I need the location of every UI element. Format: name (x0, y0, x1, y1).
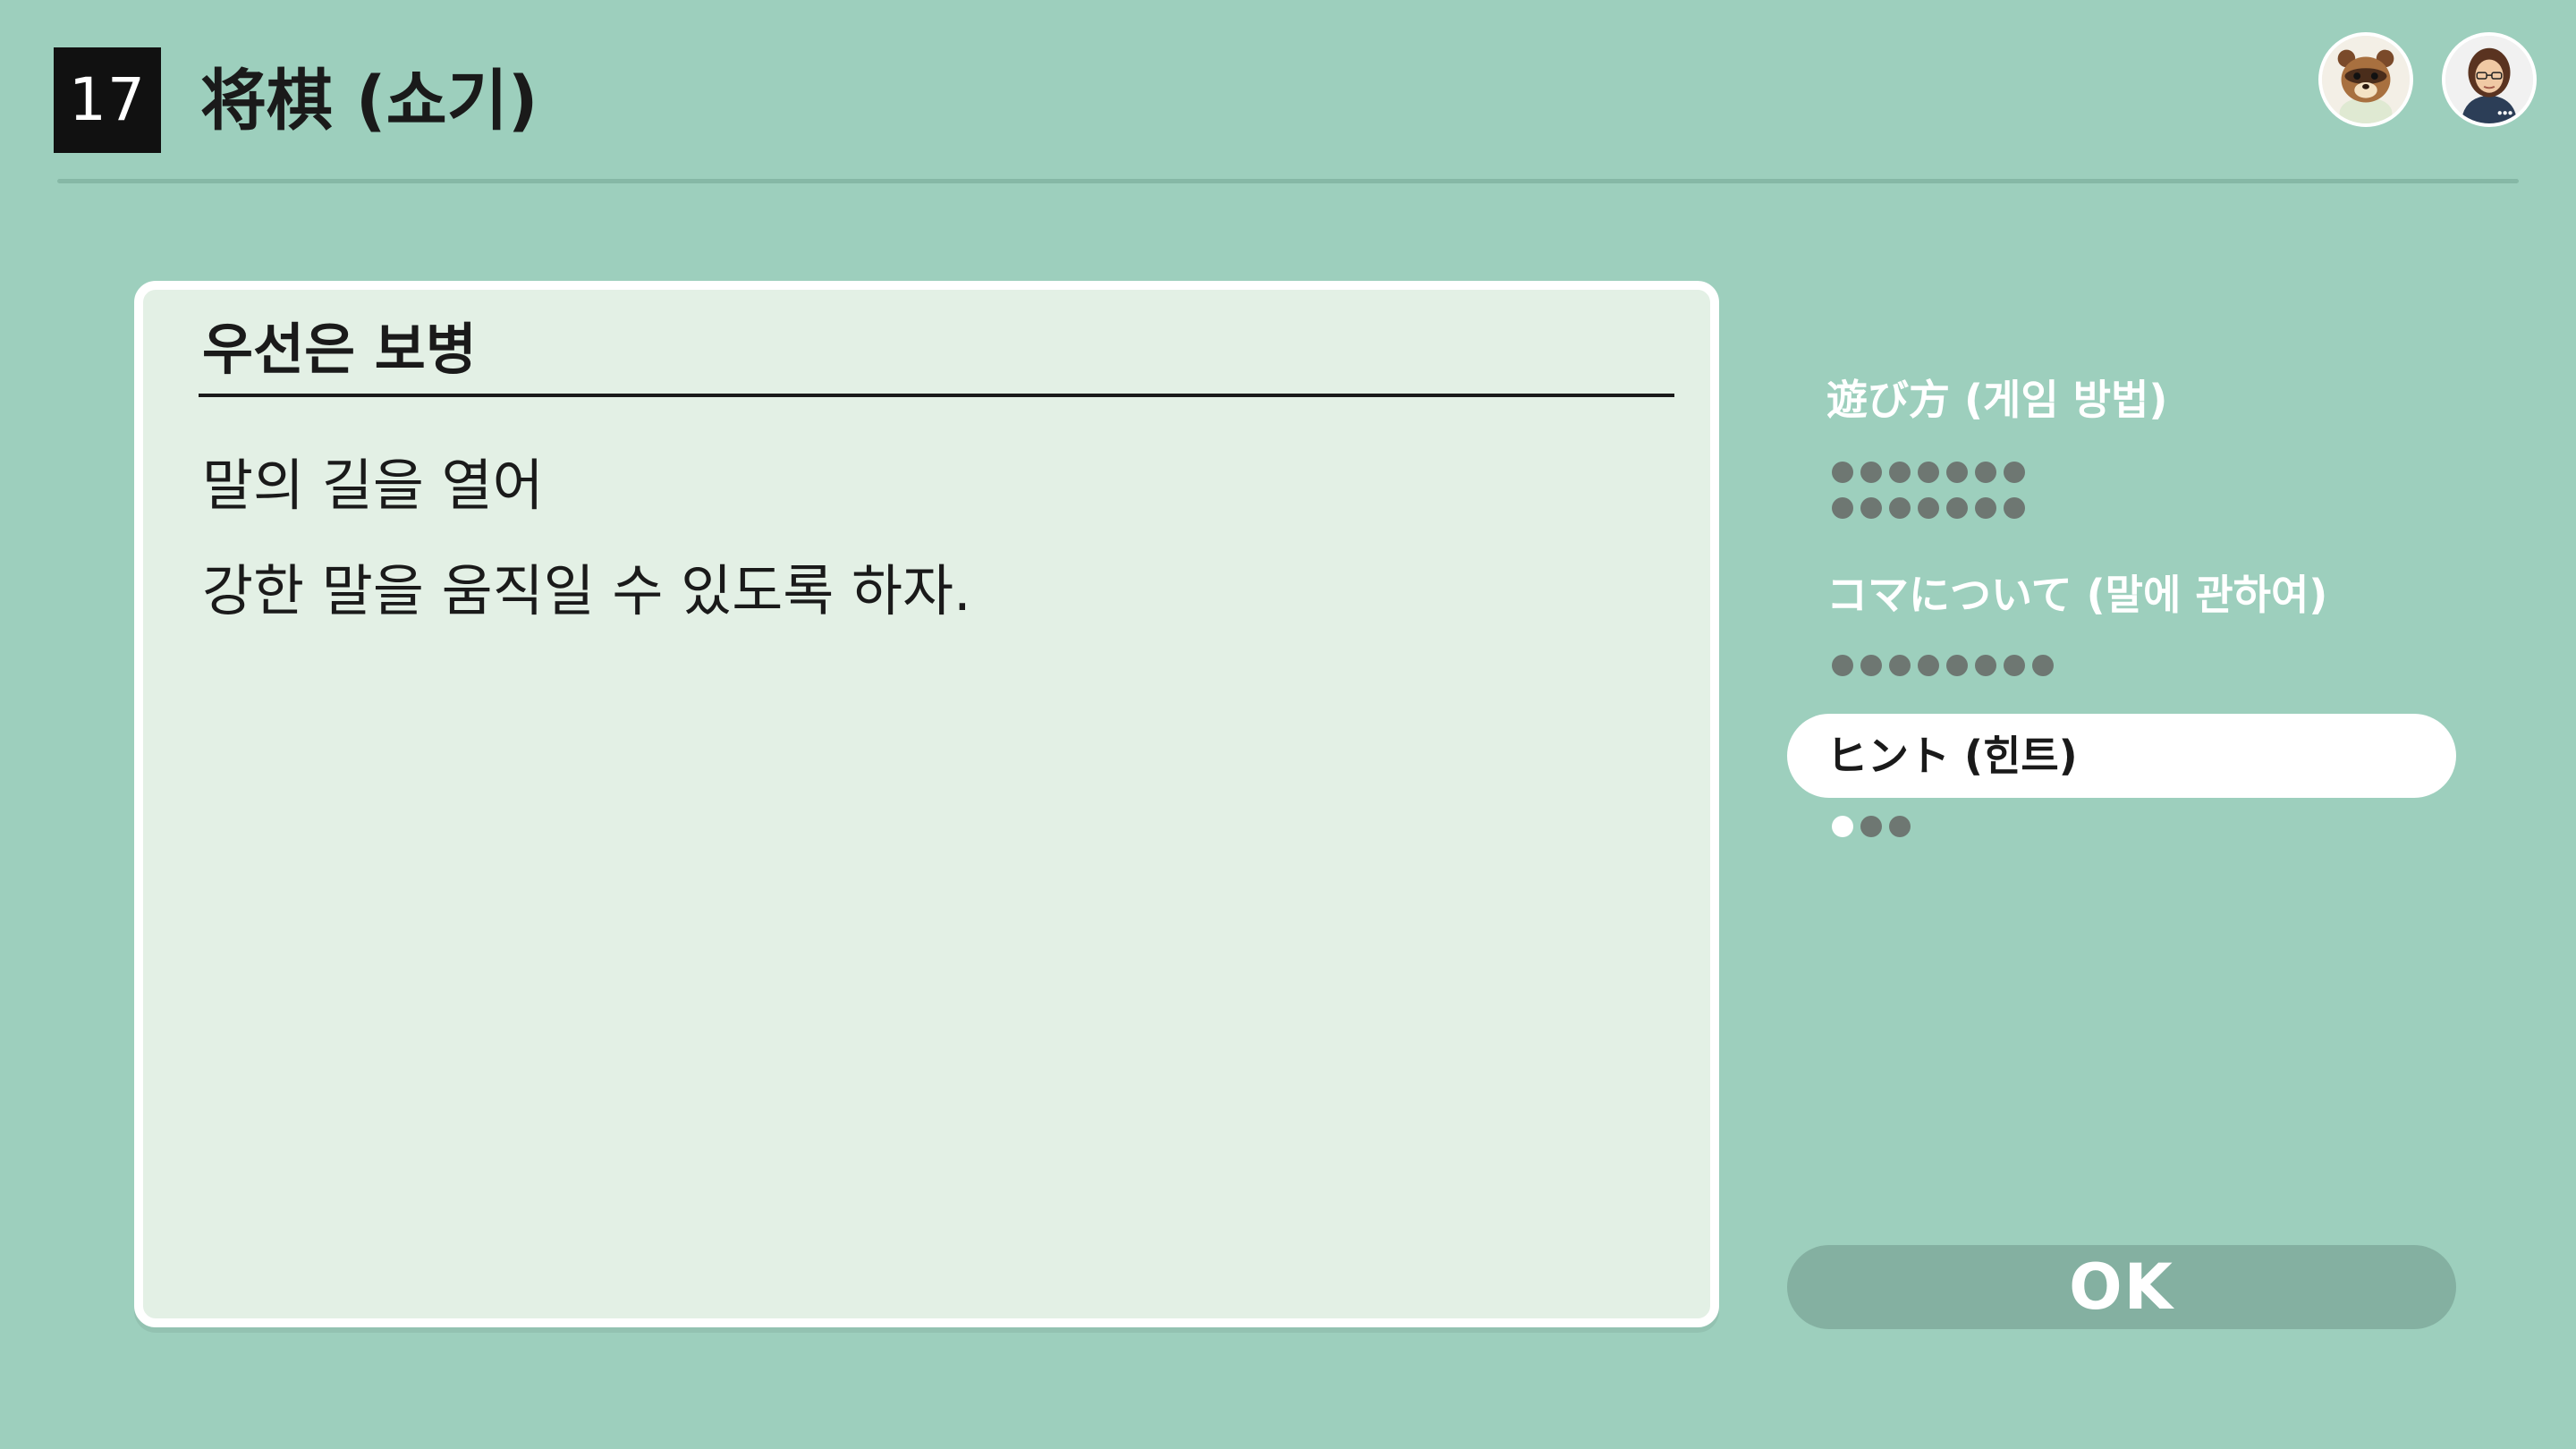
page-dot (1975, 497, 1996, 519)
page-dot (1975, 462, 1996, 483)
page-dot (1832, 497, 1853, 519)
page-indicator-about-pieces (1832, 655, 2082, 691)
raccoon-character-avatar-icon[interactable] (2318, 32, 2413, 127)
page-dot-current (1832, 816, 1853, 837)
header-divider (57, 179, 2519, 183)
page-dot (2004, 497, 2025, 519)
page-dot (1918, 497, 1939, 519)
game-title: 将棋 (쇼기) (200, 63, 538, 140)
page-dot (1889, 497, 1911, 519)
user-avatar-icon[interactable] (2442, 32, 2537, 127)
page-dot (1860, 655, 1882, 676)
page-dot (1946, 462, 1968, 483)
page-dot (1860, 816, 1882, 837)
page-indicator-hints (1832, 816, 2100, 852)
hint-title: 우선은 보병 (202, 317, 477, 382)
menu-item-how-to-play[interactable]: 遊び方 (게임 방법) (1787, 358, 2456, 442)
ok-button[interactable]: OK (1787, 1245, 2456, 1329)
page-dot (1832, 655, 1853, 676)
hint-title-divider (199, 394, 1674, 397)
page-indicator-how-to-play (1832, 462, 2046, 533)
page-dot (1832, 462, 1853, 483)
page-dot (1889, 655, 1911, 676)
page-dot (2032, 655, 2054, 676)
menu-item-about-pieces[interactable]: コマについて (말에 관하여) (1787, 553, 2456, 637)
page-dot (2004, 655, 2025, 676)
raccoon-avatar-graphic (2322, 36, 2410, 123)
hint-line: 강한 말을 움직일 수 있도록 하자. (202, 558, 971, 623)
user-avatar-graphic (2445, 36, 2533, 123)
hint-body: 말의 길을 열어 강한 말을 움직일 수 있도록 하자. (202, 433, 1669, 644)
game-number-badge: 17 (54, 47, 161, 153)
page-dot (1860, 462, 1882, 483)
page-dot (1889, 462, 1911, 483)
page-dot (1946, 655, 1968, 676)
page-dot (1918, 462, 1939, 483)
menu-item-hints[interactable]: ヒント (힌트) (1787, 714, 2456, 798)
page-dot (2004, 462, 2025, 483)
header: 17 将棋 (쇼기) (0, 0, 2576, 188)
page-dot (1946, 497, 1968, 519)
page-dot (1918, 655, 1939, 676)
page-dot (1889, 816, 1911, 837)
hint-line: 말의 길을 열어 (202, 453, 544, 518)
page-dot (1860, 497, 1882, 519)
page-dot (1975, 655, 1996, 676)
hint-content-panel: 우선은 보병 말의 길을 열어 강한 말을 움직일 수 있도록 하자. (134, 281, 1719, 1327)
